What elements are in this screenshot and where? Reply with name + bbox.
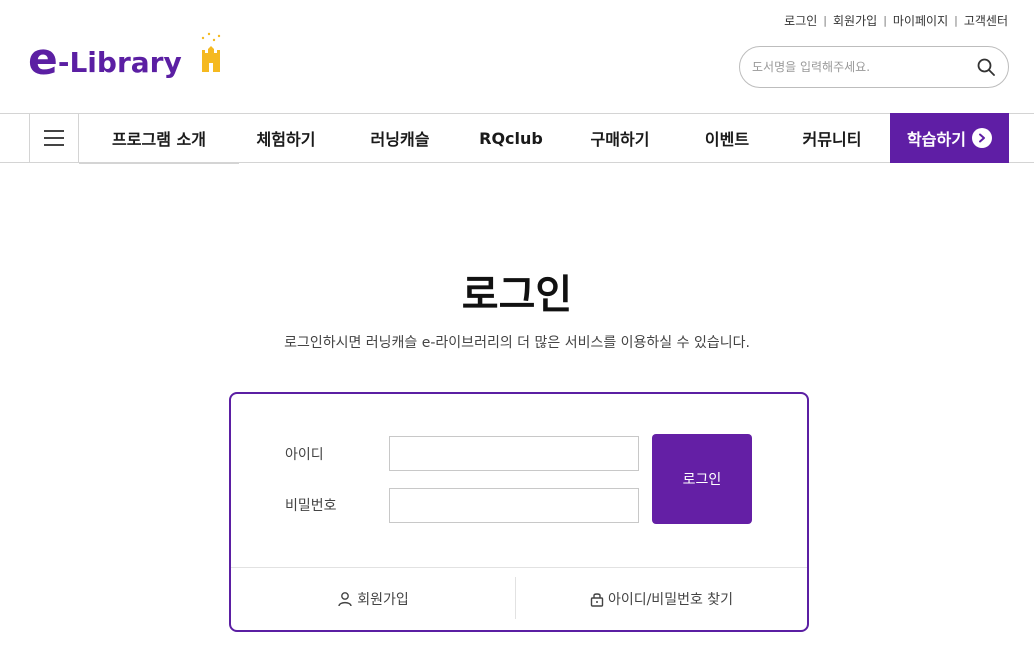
nav-item-purchase[interactable]: 구매하기 xyxy=(573,114,667,162)
logo-text: -Library xyxy=(57,46,182,79)
page-subtitle: 로그인하시면 러닝캐슬 e-라이브러리의 더 많은 서비스를 이용하실 수 있습… xyxy=(284,335,750,351)
password-field[interactable] xyxy=(389,488,639,523)
find-account-link[interactable]: 아이디/비밀번호 찾기 xyxy=(516,568,807,630)
login-button[interactable]: 로그인 xyxy=(652,434,752,524)
signup-link[interactable]: 회원가입 xyxy=(231,568,515,630)
util-separator: | xyxy=(954,14,958,27)
util-login-link[interactable]: 로그인 xyxy=(784,12,817,29)
logo[interactable]: e -Library xyxy=(28,32,221,85)
nav-item-event[interactable]: 이벤트 xyxy=(680,114,774,162)
page-title: 로그인 xyxy=(461,272,573,318)
hamburger-icon[interactable] xyxy=(29,113,79,163)
nav-item-learning-castle[interactable]: 러닝캐슬 xyxy=(353,114,447,162)
id-field[interactable] xyxy=(389,436,639,471)
utility-links: 로그인 | 회원가입 | 마이페이지 | 고객센터 xyxy=(784,12,1008,29)
nav-study-label: 학습하기 xyxy=(907,130,966,149)
nav-item-community[interactable]: 커뮤니티 xyxy=(785,114,879,162)
util-separator: | xyxy=(823,14,828,27)
login-form: 아이디 비밀번호 로그인 회원가입 아이디/비밀번호 찾기 xyxy=(229,392,809,632)
chevron-right-icon xyxy=(971,128,992,148)
signup-link-label: 회원가입 xyxy=(357,592,409,608)
util-mypage-link[interactable]: 마이페이지 xyxy=(893,12,948,29)
find-account-link-label: 아이디/비밀번호 찾기 xyxy=(607,592,734,608)
search-input[interactable] xyxy=(752,60,976,74)
nav-item-rqclub[interactable]: RQclub xyxy=(464,114,558,162)
password-label: 비밀번호 xyxy=(285,498,337,514)
main-nav: 프로그램 소개 체험하기 러닝캐슬 RQclub 구매하기 이벤트 커뮤니티 학… xyxy=(0,113,1034,164)
nav-study-button[interactable]: 학습하기 xyxy=(890,113,1009,163)
util-separator: | xyxy=(883,14,887,27)
lock-icon xyxy=(590,593,604,607)
nav-item-program-intro[interactable]: 프로그램 소개 xyxy=(79,114,239,164)
util-support-link[interactable]: 고객센터 xyxy=(964,12,1008,29)
id-label: 아이디 xyxy=(285,447,324,463)
user-icon xyxy=(338,592,352,607)
castle-icon xyxy=(201,32,221,72)
logo-e: e xyxy=(28,34,58,85)
header: e -Library 로그인 | 회원가입 | 마이페이지 | 고객센터 xyxy=(0,0,1034,113)
search-box xyxy=(739,46,1009,88)
search-icon[interactable] xyxy=(976,57,996,77)
nav-item-trial[interactable]: 체험하기 xyxy=(239,114,333,162)
util-signup-link[interactable]: 회원가입 xyxy=(833,12,877,29)
